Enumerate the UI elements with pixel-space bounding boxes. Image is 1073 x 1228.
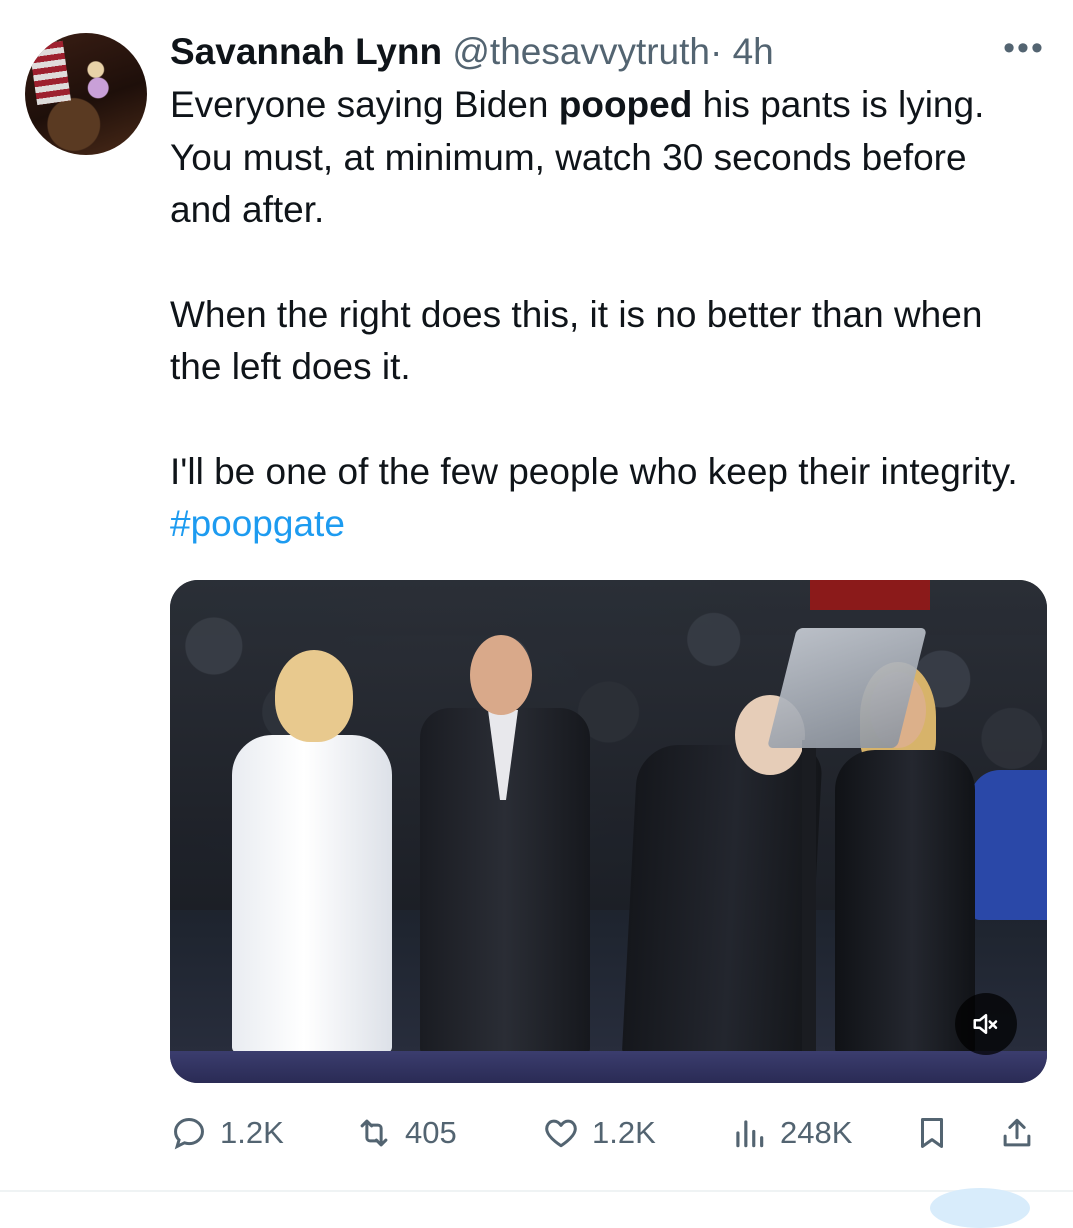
tweet-timestamp[interactable]: 4h [733,31,774,72]
author-avatar[interactable] [25,33,147,155]
tweet-text-segment: Everyone saying Biden [170,84,559,125]
bookmark-icon [920,1118,944,1148]
tweet-divider [0,1190,1073,1192]
person-figure [470,635,532,715]
tweet-paragraph-3: I'll be one of the few people who keep t… [170,446,1030,551]
tweet-text-segment: I'll be one of the few people who keep t… [170,450,1018,492]
author-name[interactable]: Savannah Lynn [170,31,442,72]
reply-icon [174,1118,204,1150]
tweet-header: Savannah Lynn @thesavvytruth· 4h [170,30,774,74]
separator-dot: · [709,31,723,72]
person-figure [621,745,824,1053]
tweet-action-bar: 1.2K 405 1.2K 248K [0,1108,1073,1158]
mute-toggle-button[interactable] [955,993,1017,1055]
share-icon [1003,1118,1031,1147]
compose-button[interactable] [930,1188,1030,1228]
tweet-body: Everyone saying Biden pooped his pants i… [170,79,1030,551]
teleprompter-pole [802,740,816,1083]
tweet-paragraph-2: When the right does this, it is no bette… [170,293,983,388]
repost-button[interactable]: 405 [355,1108,457,1158]
analytics-icon [736,1120,764,1148]
like-count: 1.2K [592,1115,656,1150]
background-flag [870,580,930,610]
person-figure [835,750,975,1053]
view-count: 248K [780,1115,853,1150]
bookmark-button[interactable] [913,1108,951,1158]
heart-icon [545,1119,577,1148]
background-flag [810,580,870,610]
share-button[interactable] [998,1108,1036,1158]
speaker-muted-icon [973,1014,998,1034]
like-button[interactable]: 1.2K [542,1108,656,1158]
more-options-icon[interactable]: ••• [1000,30,1048,66]
reply-button[interactable]: 1.2K [170,1108,284,1158]
tweet-text-bold: pooped [558,84,693,125]
video-player[interactable] [170,580,1047,1083]
person-figure [970,770,1047,920]
hashtag-link[interactable]: #poopgate [170,503,345,544]
tweet-paragraph-1: Everyone saying Biden pooped his pants i… [170,79,1030,237]
person-figure [275,650,353,742]
author-handle[interactable]: @thesavvytruth [452,31,710,72]
repost-count: 405 [405,1115,457,1150]
person-figure [232,735,392,1053]
views-button[interactable]: 248K [730,1108,852,1158]
stage-platform [170,1051,1047,1083]
reply-count: 1.2K [220,1115,284,1150]
repost-icon [360,1119,388,1147]
